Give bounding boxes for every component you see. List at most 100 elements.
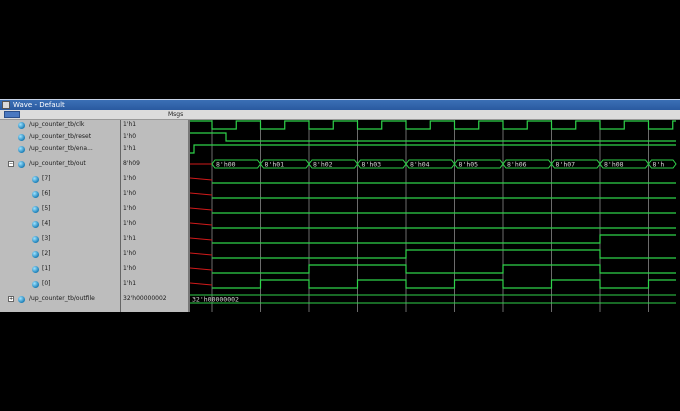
- signal-name: [1]: [42, 265, 51, 272]
- bit-waveform: [212, 279, 676, 289]
- bus-value-label: 8'h02: [313, 161, 333, 169]
- bus-value-label: 8'h07: [556, 161, 576, 169]
- signal-value: 1'h1: [123, 235, 137, 242]
- signal-value-row[interactable]: 1'h1: [121, 278, 188, 290]
- bit-undefined-segment: [190, 237, 213, 241]
- waveform-canvas[interactable]: 8'h00 8'h01 8'h02 8'h03 8'h04 8'h05 8'h06 8'h07…: [190, 120, 680, 312]
- signal-value-row[interactable]: 1'h0: [121, 248, 188, 260]
- toolbar-select-icon[interactable]: [4, 111, 20, 118]
- signal-value: 1'h1: [123, 121, 137, 128]
- signal-value: 32'h00000002: [123, 295, 167, 302]
- bit-undefined-segment: [190, 192, 213, 196]
- bit-undefined-segment: [190, 222, 213, 226]
- signal-icon: [32, 266, 39, 273]
- signal-value-row[interactable]: 1'h0: [121, 188, 188, 200]
- signal-name: [2]: [42, 250, 51, 257]
- signal-icon: [32, 206, 39, 213]
- expand-toggle-icon[interactable]: +: [8, 296, 14, 302]
- bit-waveform: [212, 249, 676, 259]
- signal-name: /up_counter_tb/outfile: [29, 295, 95, 302]
- bit-undefined-segment: [190, 267, 213, 271]
- bit-undefined-segment: [190, 282, 213, 286]
- signal-value-row[interactable]: 1'h0: [121, 203, 188, 215]
- signal-value-row[interactable]: 32'h00000002: [121, 293, 188, 305]
- outfile-value-label: 32'h00000002: [192, 296, 239, 304]
- enable-waveform: [190, 144, 676, 154]
- waveform-pane[interactable]: 8'h00 8'h01 8'h02 8'h03 8'h04 8'h05 8'h06 8'h07…: [190, 120, 680, 312]
- signal-value: 1'h0: [123, 205, 137, 212]
- signal-row[interactable]: − /up_counter_tb/out: [0, 158, 120, 170]
- signal-name: /up_counter_tb/out: [29, 160, 86, 167]
- signal-value-row[interactable]: 1'h0: [121, 263, 188, 275]
- bus-value-label: 8'h: [653, 161, 665, 169]
- signal-names-pane[interactable]: /up_counter_tb/clk/up_counter_tb/reset/u…: [0, 120, 121, 312]
- signal-name: /up_counter_tb/ena...: [29, 145, 93, 152]
- signal-icon: [32, 236, 39, 243]
- signal-icon: [32, 281, 39, 288]
- signal-name: /up_counter_tb/clk: [29, 121, 85, 128]
- signal-icon: [32, 221, 39, 228]
- signal-bit-row[interactable]: [5]: [0, 203, 120, 215]
- signal-name: [5]: [42, 205, 51, 212]
- signal-value: 8'h09: [123, 160, 140, 167]
- signal-bit-row[interactable]: [4]: [0, 218, 120, 230]
- signal-icon: [32, 191, 39, 198]
- clk-waveform: [190, 120, 676, 130]
- bit-waveform: [212, 234, 676, 244]
- outfile-bus-segment: [190, 294, 676, 304]
- signal-bit-row[interactable]: [2]: [0, 248, 120, 260]
- signal-value-row[interactable]: 1'h0: [121, 218, 188, 230]
- signal-row[interactable]: + /up_counter_tb/outfile: [0, 293, 120, 305]
- wave-app-icon: [2, 101, 10, 109]
- wave-window: Wave - Default Msgs /up_counter_tb/clk/u…: [0, 99, 680, 312]
- signal-row[interactable]: /up_counter_tb/clk: [0, 119, 120, 131]
- reset-waveform: [190, 132, 676, 142]
- bus-value-label: 8'h04: [410, 161, 430, 169]
- signal-value-row[interactable]: 1'h0: [121, 131, 188, 143]
- signal-bit-row[interactable]: [7]: [0, 173, 120, 185]
- signal-values-pane[interactable]: 1'h1 1'h0 1'h1 8'h09 1'h0 1'h0 1'h0 1'h0 1'h1 1'h…: [121, 120, 190, 312]
- signal-name: [6]: [42, 190, 51, 197]
- bit-undefined-segment: [190, 252, 213, 256]
- signal-icon: [18, 296, 25, 303]
- signal-row[interactable]: /up_counter_tb/reset: [0, 131, 120, 143]
- expand-toggle-icon[interactable]: −: [8, 161, 14, 167]
- bit-undefined-segment: [190, 207, 213, 211]
- msgs-header: Msgs: [168, 111, 184, 118]
- signal-name: [3]: [42, 235, 51, 242]
- signal-name: [4]: [42, 220, 51, 227]
- signal-icon: [32, 176, 39, 183]
- signal-value: 1'h1: [123, 280, 137, 287]
- signal-value: 1'h0: [123, 220, 137, 227]
- signal-bit-row[interactable]: [1]: [0, 263, 120, 275]
- window-title: Wave - Default: [13, 101, 65, 109]
- signal-value-row[interactable]: 8'h09: [121, 158, 188, 170]
- signal-name: [0]: [42, 280, 51, 287]
- signal-value-row[interactable]: 1'h0: [121, 173, 188, 185]
- bus-value-label: 8'h06: [507, 161, 527, 169]
- bit-undefined-segment: [190, 177, 213, 181]
- bit-waveform: [212, 264, 676, 274]
- bus-value-label: 8'h01: [265, 161, 285, 169]
- signal-icon: [18, 161, 25, 168]
- signal-name: [7]: [42, 175, 51, 182]
- bus-value-label: 8'h03: [362, 161, 382, 169]
- signal-value: 1'h0: [123, 133, 137, 140]
- signal-value: 1'h1: [123, 145, 137, 152]
- signal-value-row[interactable]: 1'h1: [121, 143, 188, 155]
- signal-value: 1'h0: [123, 175, 137, 182]
- signal-bit-row[interactable]: [0]: [0, 278, 120, 290]
- signal-value: 1'h0: [123, 250, 137, 257]
- signal-icon: [18, 134, 25, 141]
- bus-value-label: 8'h00: [216, 161, 236, 169]
- signal-row[interactable]: /up_counter_tb/ena...: [0, 143, 120, 155]
- signal-value-row[interactable]: 1'h1: [121, 119, 188, 131]
- signal-bit-row[interactable]: [6]: [0, 188, 120, 200]
- signal-icon: [32, 251, 39, 258]
- bus-value-label: 8'h08: [604, 161, 624, 169]
- title-bar[interactable]: Wave - Default: [0, 99, 680, 110]
- signal-bit-row[interactable]: [3]: [0, 233, 120, 245]
- signal-value-row[interactable]: 1'h1: [121, 233, 188, 245]
- signal-icon: [18, 122, 25, 129]
- signal-value: 1'h0: [123, 190, 137, 197]
